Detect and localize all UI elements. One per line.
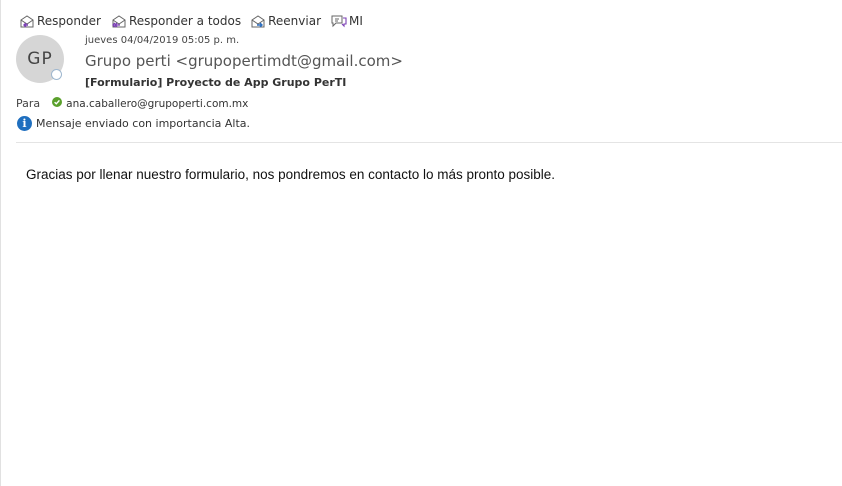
message-subject: [Formulario] Proyecto de App Grupo PerTI <box>85 76 347 89</box>
sender-name[interactable]: Grupo perti <grupopertimdt@gmail.com> <box>85 52 403 70</box>
reading-pane: Responder Responder a todos Reenviar MI … <box>0 0 842 486</box>
importance-notice: i Mensaje enviado con importancia Alta. <box>17 116 250 131</box>
reply-all-icon <box>110 13 127 29</box>
recipient-address[interactable]: ana.caballero@grupoperti.com.mx <box>66 98 248 110</box>
info-icon: i <box>17 116 32 131</box>
message-date: jueves 04/04/2019 05:05 p. m. <box>85 35 240 46</box>
presence-status-icon <box>51 69 62 80</box>
reply-all-label: Responder a todos <box>128 14 242 28</box>
check-icon <box>52 97 63 110</box>
reply-button[interactable]: Responder <box>19 13 101 29</box>
reply-all-button[interactable]: Responder a todos <box>110 13 241 29</box>
recipients-row: Para ana.caballero@grupoperti.com.mx <box>16 97 248 110</box>
message-toolbar: Responder Responder a todos Reenviar MI <box>19 11 363 31</box>
message-body: Gracias por llenar nuestro formulario, n… <box>26 167 556 182</box>
forward-button[interactable]: Reenviar <box>250 13 321 29</box>
avatar-initials: GP <box>27 49 53 69</box>
forward-icon <box>250 13 266 29</box>
importance-text: Mensaje enviado con importancia Alta. <box>36 117 251 130</box>
to-label: Para <box>16 97 41 110</box>
im-button[interactable]: MI <box>330 13 363 29</box>
im-label: MI <box>349 14 363 28</box>
chat-icon <box>330 13 347 29</box>
reply-icon <box>19 13 35 29</box>
header-divider <box>16 142 842 143</box>
forward-label: Reenviar <box>268 14 322 28</box>
reply-label: Responder <box>37 14 101 28</box>
